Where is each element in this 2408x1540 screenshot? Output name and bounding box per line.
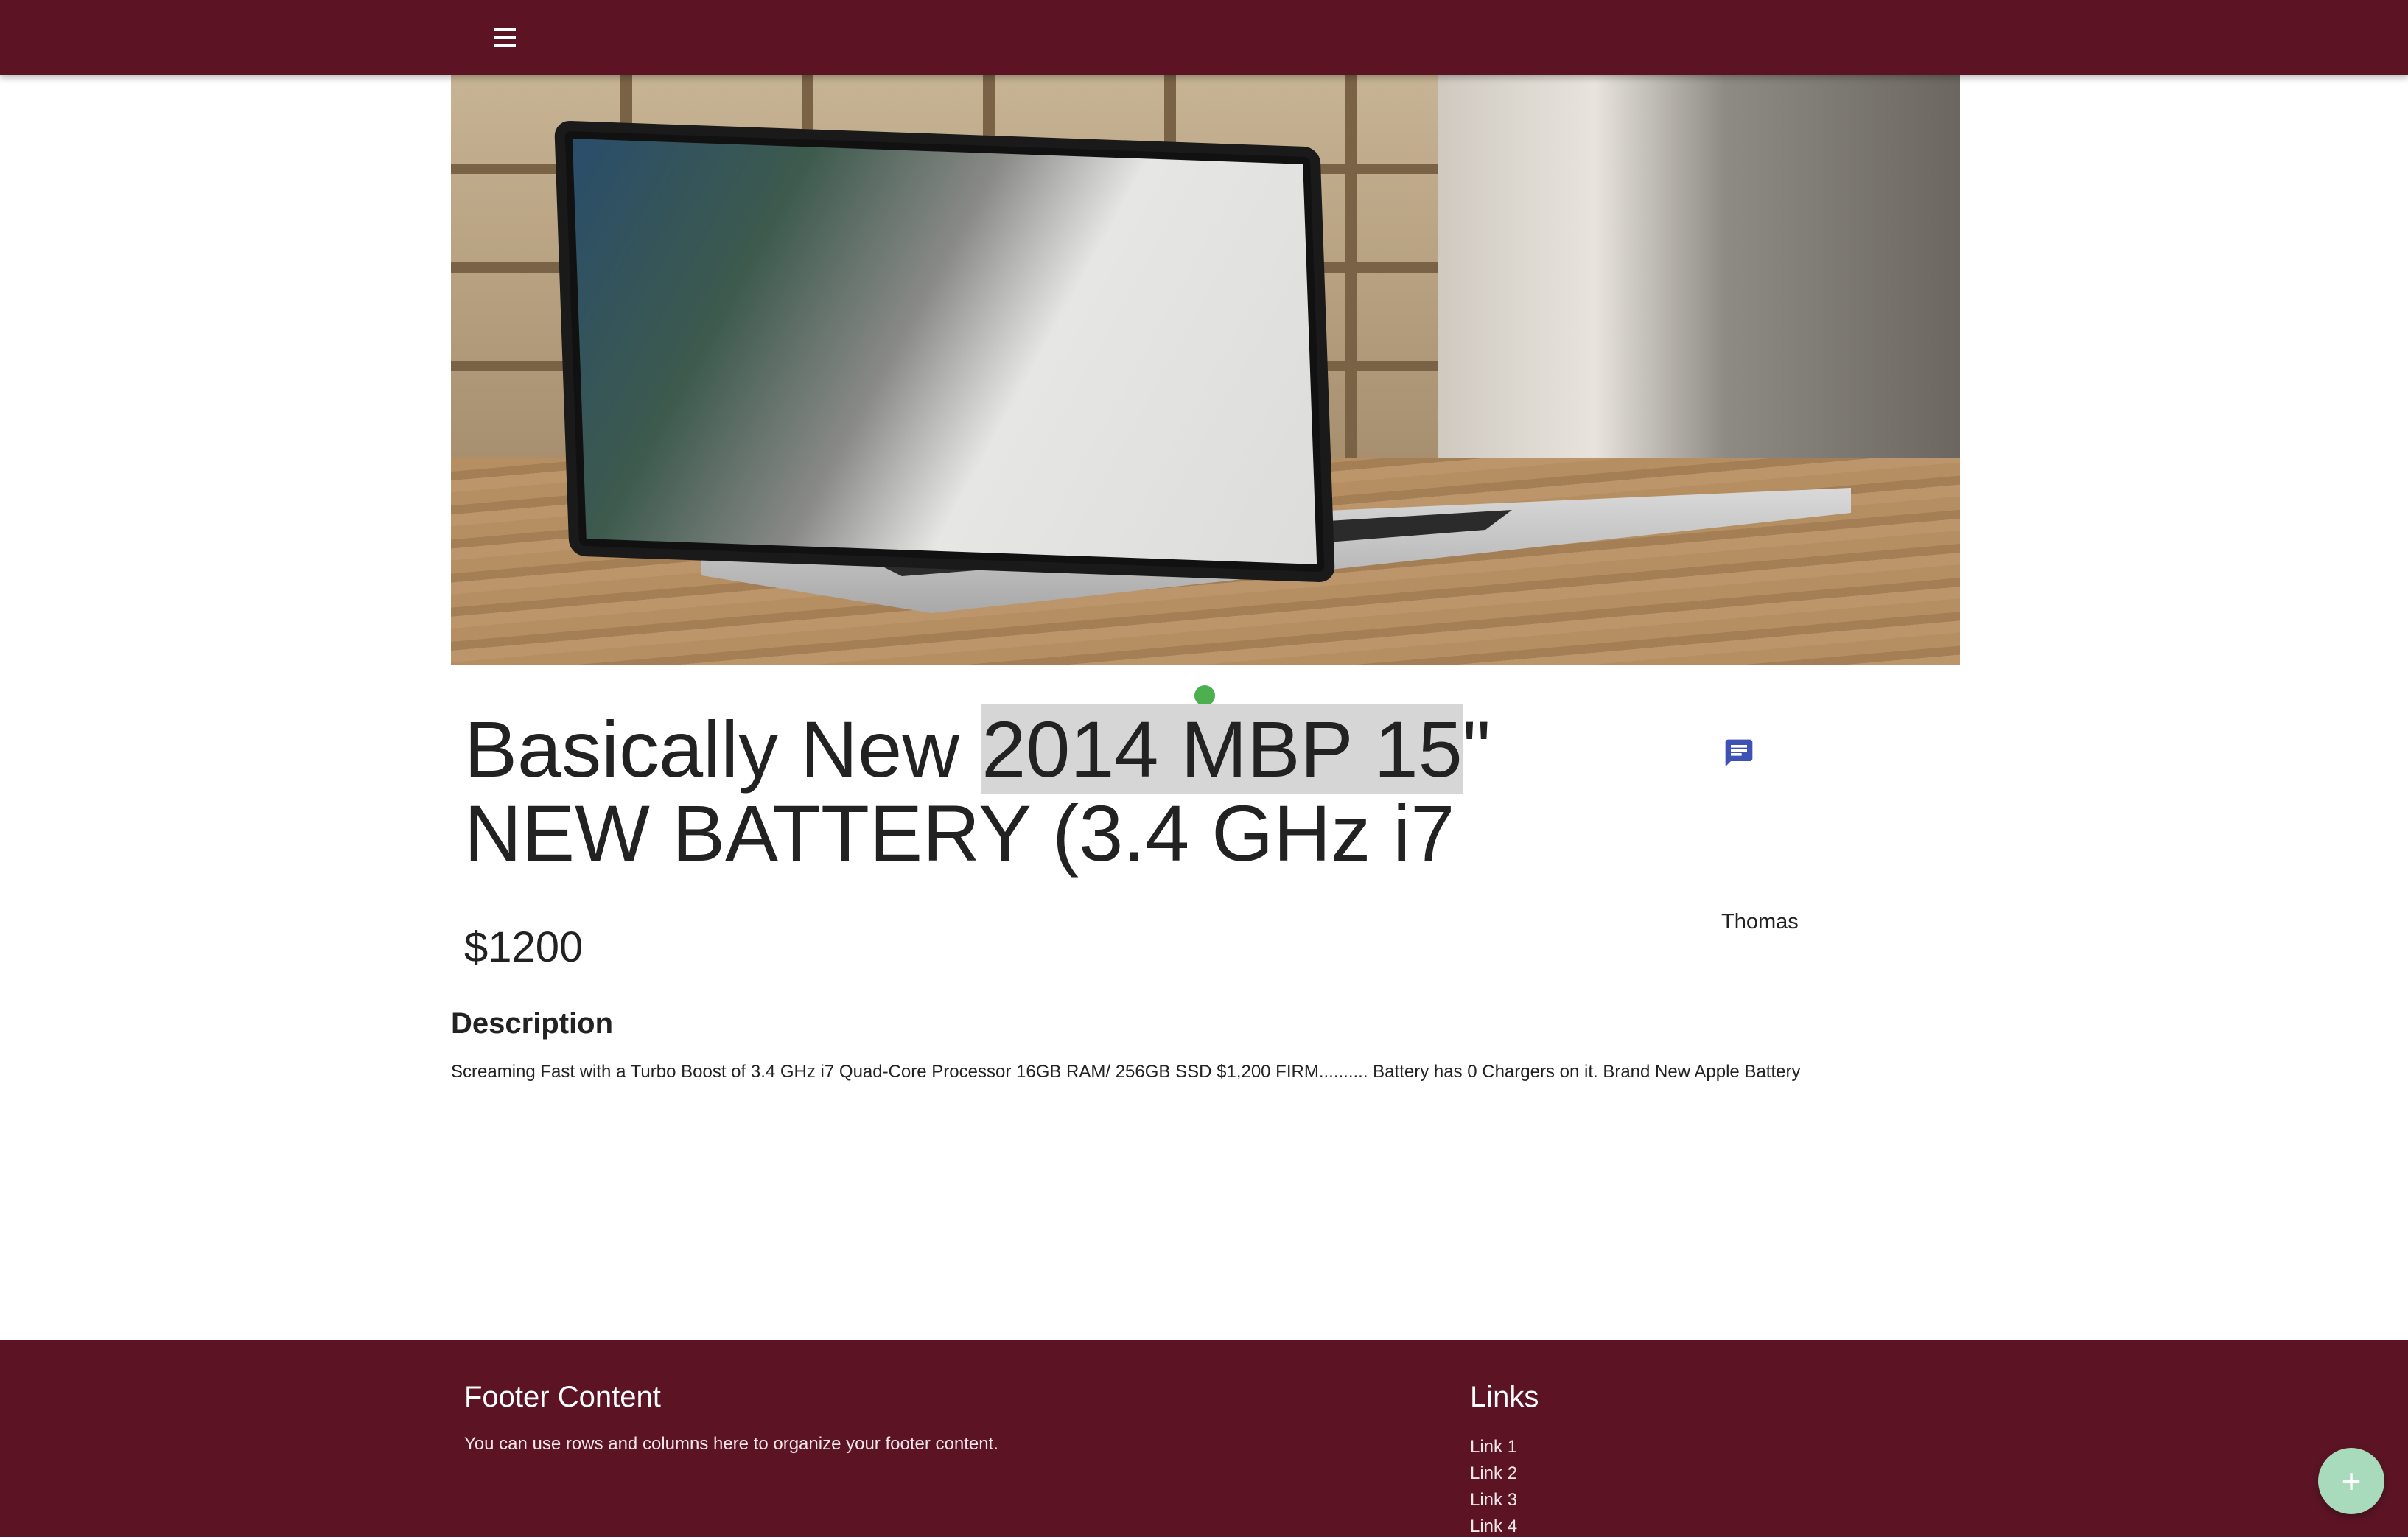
description-heading: Description [451, 1007, 614, 1040]
footer-link[interactable]: Link 3 [1470, 1487, 1517, 1513]
description-text: Screaming Fast with a Turbo Boost of 3.4… [451, 1062, 1801, 1082]
footer-text: You can use rows and columns here to org… [464, 1434, 998, 1454]
add-button[interactable]: + [2318, 1448, 2384, 1514]
footer: Footer Content You can use rows and colu… [0, 1340, 2408, 1537]
chat-icon[interactable] [1723, 737, 1755, 769]
status-dot [1194, 685, 1215, 706]
footer-title: Footer Content [464, 1381, 661, 1413]
listing-price: $1200 [464, 923, 584, 971]
title-highlight: 2014 MBP 15 [981, 704, 1463, 794]
top-navbar [0, 0, 2408, 75]
footer-links-title: Links [1470, 1381, 1539, 1413]
listing-title: Basically New 2014 MBP 15" NEW BATTERY (… [464, 704, 1614, 875]
footer-link[interactable]: Link 4 [1470, 1513, 1517, 1540]
footer-links: Link 1 Link 2 Link 3 Link 4 [1470, 1434, 1517, 1540]
seller-name: Thomas [1721, 910, 1799, 934]
footer-link[interactable]: Link 1 [1470, 1434, 1517, 1460]
listing-photo [451, 75, 1960, 665]
menu-icon[interactable] [486, 22, 523, 53]
footer-link[interactable]: Link 2 [1470, 1460, 1517, 1487]
title-part: Basically New [464, 704, 982, 794]
plus-icon: + [2341, 1462, 2362, 1500]
